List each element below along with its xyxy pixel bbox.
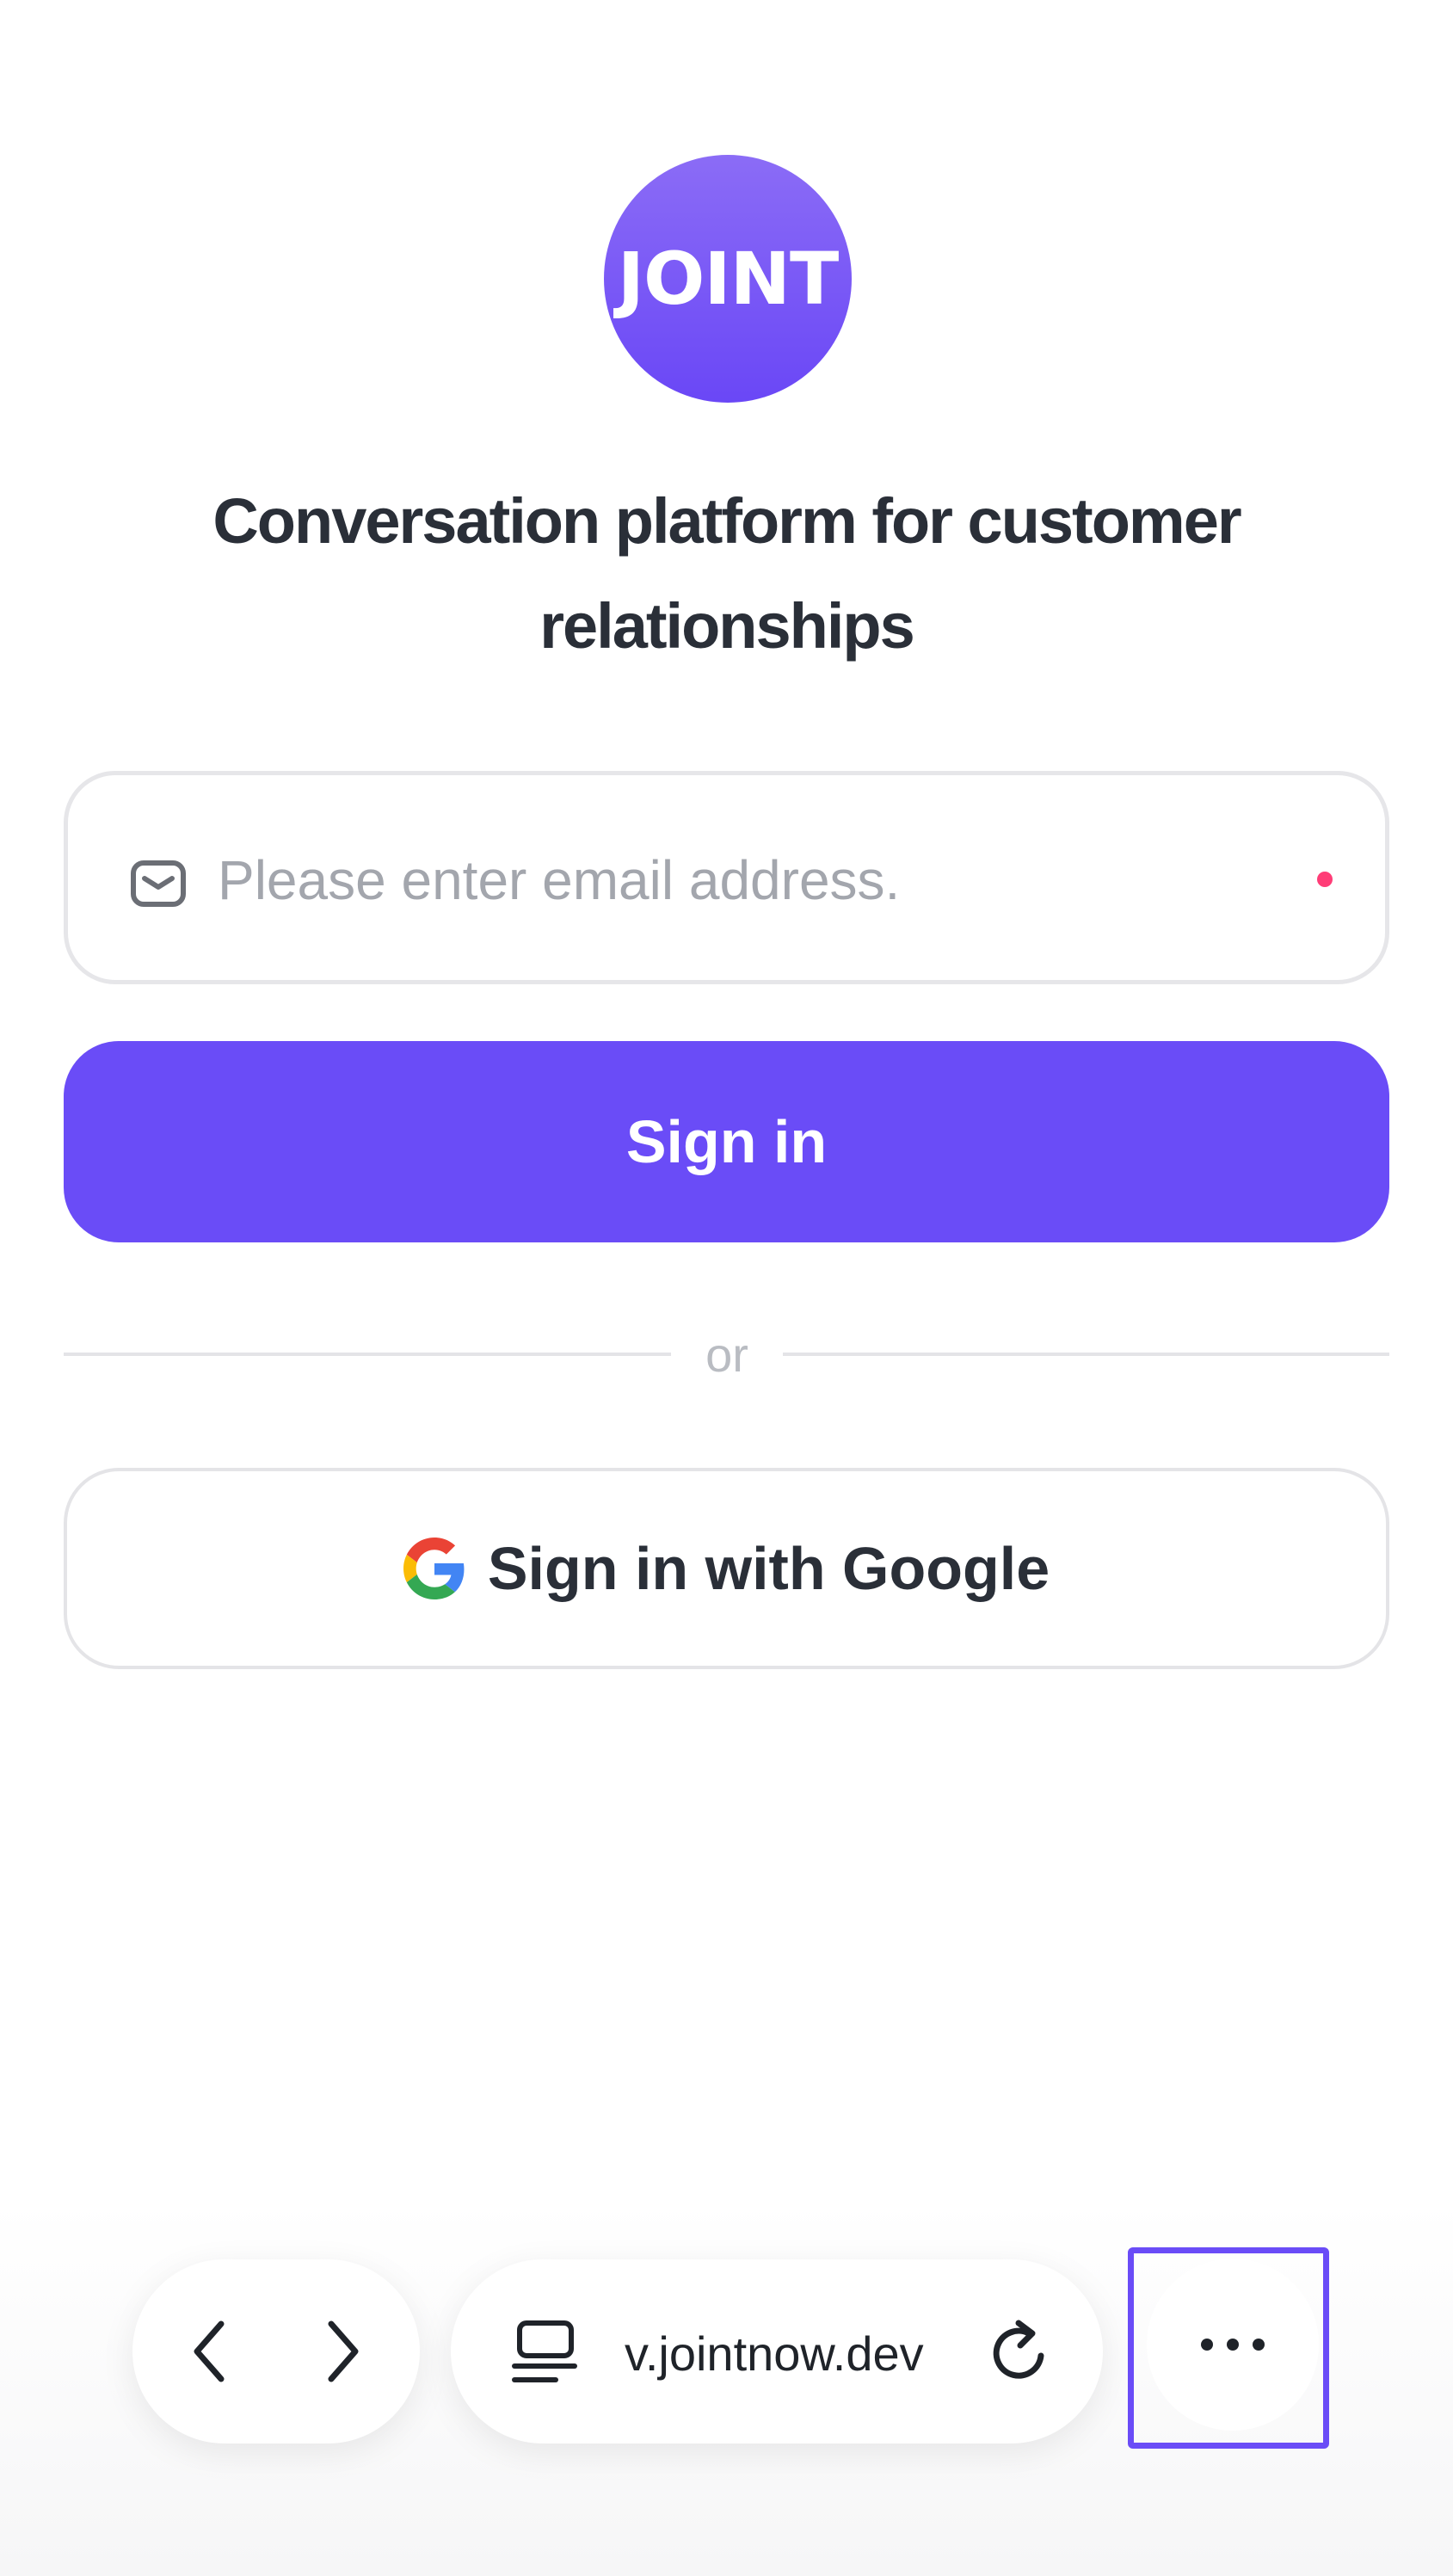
- forward-button[interactable]: [303, 2313, 380, 2390]
- google-sign-in-button[interactable]: Sign in with Google: [64, 1468, 1389, 1669]
- chevron-right-icon: [328, 2320, 359, 2382]
- mail-icon: [131, 860, 186, 907]
- divider-label: or: [705, 1328, 748, 1382]
- logo-text: JOINT: [617, 237, 840, 321]
- more-horizontal-icon: [1201, 2339, 1265, 2351]
- divider-line-right: [783, 1353, 1389, 1356]
- back-button[interactable]: [172, 2313, 249, 2390]
- tab-overview-icon[interactable]: [511, 2318, 578, 2387]
- divider-line-left: [64, 1353, 671, 1356]
- reload-icon[interactable]: [984, 2316, 1056, 2388]
- google-icon: [403, 1538, 465, 1599]
- chevron-left-icon: [194, 2320, 225, 2382]
- url-value: v.jointnow.dev: [625, 2326, 924, 2381]
- required-indicator: [1317, 872, 1333, 887]
- sign-in-button[interactable]: Sign in: [64, 1041, 1389, 1242]
- more-options-button[interactable]: [1147, 2259, 1319, 2431]
- or-divider: or: [64, 1311, 1389, 1397]
- address-bar[interactable]: v.jointnow.dev: [451, 2259, 1103, 2444]
- email-field[interactable]: [64, 771, 1389, 984]
- more-options-highlight: [1128, 2247, 1329, 2449]
- google-button-label: Sign in with Google: [487, 1535, 1050, 1602]
- login-page: JOINT Conversation platform for customer…: [0, 0, 1453, 2576]
- navigation-pill: [132, 2259, 420, 2444]
- joint-logo: JOINT: [604, 155, 852, 403]
- page-headline: Conversation platform for customer relat…: [212, 485, 1241, 662]
- url-text[interactable]: v.jointnow.dev: [625, 2320, 969, 2388]
- email-input[interactable]: [218, 837, 1250, 923]
